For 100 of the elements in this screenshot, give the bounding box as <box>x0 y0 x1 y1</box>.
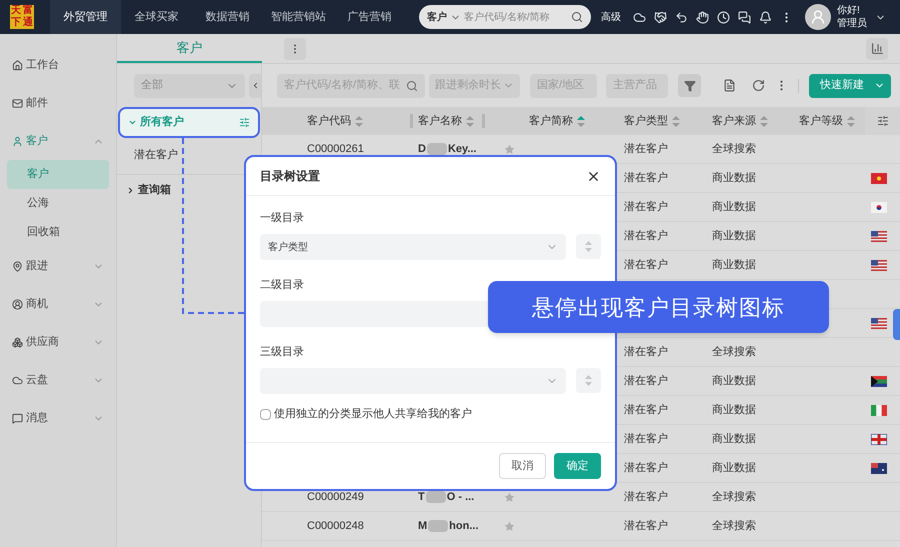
table-cell: 潜在客户 <box>624 490 668 503</box>
table-cell: C00000248 <box>307 520 364 532</box>
customer-name[interactable]: T O - ... <box>418 488 474 506</box>
table-cell: 商业数据 <box>712 230 756 242</box>
avatar[interactable] <box>805 4 831 30</box>
handshake-icon[interactable] <box>654 10 667 24</box>
table-cell: 商业数据 <box>712 200 756 213</box>
mail-icon <box>12 98 23 108</box>
blur-mask <box>426 491 446 503</box>
callout-tooltip: 悬停出现客户目录树图标 <box>488 281 829 333</box>
table-cell: 潜在客户 <box>624 346 668 358</box>
sort-icon <box>585 241 592 252</box>
customer-name[interactable]: D Key... <box>418 140 476 158</box>
table-cell: 全球搜索 <box>712 490 756 503</box>
table-cell: 潜在客户 <box>624 172 668 184</box>
column-header[interactable]: 客户来源 <box>712 112 756 130</box>
field-label: 三级目录 <box>260 344 305 360</box>
sidebar-subitem[interactable]: 公海 <box>7 189 109 218</box>
home-icon <box>12 60 23 70</box>
table-cell: 商业数据 <box>712 172 756 184</box>
table-cell: C00000261 <box>307 142 364 155</box>
filter-button[interactable] <box>678 74 701 97</box>
sidebar-item[interactable]: 跟进 <box>0 247 116 285</box>
bell-icon[interactable] <box>759 10 772 24</box>
message-icon <box>12 412 23 424</box>
sidebar-item[interactable]: 云盘 <box>0 361 116 399</box>
person-icon <box>810 9 826 25</box>
chart-button[interactable] <box>866 38 888 60</box>
star-icon[interactable] <box>504 144 515 154</box>
sidebar-item[interactable]: 工作台 <box>0 46 116 84</box>
table-cell: 商业数据 <box>712 374 756 387</box>
sort-icon <box>585 375 592 386</box>
table-cell: 潜在客户 <box>624 404 668 416</box>
table-cell: 商业数据 <box>712 432 756 445</box>
nav-tab[interactable]: 广告营销 <box>334 0 405 34</box>
search-icon <box>406 80 418 92</box>
table-cell: 潜在客户 <box>624 520 668 532</box>
table-cell: 全球搜索 <box>712 142 756 155</box>
location-pin-icon <box>12 260 23 272</box>
search-placeholder: 客户代码/名称/简称 <box>464 10 550 24</box>
checkbox-label: 使用独立的分类显示他人共享给我的客户 <box>274 406 472 422</box>
nav-tab[interactable]: 数据营销 <box>192 0 263 34</box>
bar-chart-icon <box>870 42 884 55</box>
column-header[interactable]: 客户类型 <box>624 112 668 130</box>
cloud-icon[interactable] <box>633 10 646 24</box>
column-header[interactable]: 客户简称 <box>529 112 573 130</box>
table-cell: 潜在客户 <box>624 374 668 387</box>
logo: 天 富 下 通 <box>10 5 34 29</box>
nav-tab[interactable]: 智能营销站 <box>263 0 334 34</box>
refresh-icon[interactable] <box>752 79 765 92</box>
directory-select[interactable]: 客户类型 <box>260 234 566 260</box>
global-search-field[interactable]: 客户 客户代码/名称/简称 <box>419 5 591 29</box>
checkbox[interactable] <box>260 408 271 420</box>
table-cell: 潜在客户 <box>624 200 668 213</box>
table-cell: 潜在客户 <box>624 142 668 155</box>
hand-icon[interactable] <box>696 10 709 24</box>
star-icon[interactable] <box>504 520 515 532</box>
table-cell: 潜在客户 <box>624 230 668 242</box>
table-cell: 潜在客户 <box>624 258 668 271</box>
person-icon <box>12 298 23 310</box>
star-icon[interactable] <box>504 492 515 502</box>
sidebar-subitem[interactable]: 回收箱 <box>7 218 109 247</box>
table-cell: 商业数据 <box>712 404 756 416</box>
column-header[interactable]: 客户等级 <box>799 112 843 130</box>
blur-mask <box>426 143 447 155</box>
undo-icon[interactable] <box>675 10 688 24</box>
user-role: 管理员 <box>837 17 867 30</box>
customer-name[interactable]: M hon... <box>418 518 478 534</box>
nav-tab[interactable]: 全球买家 <box>121 0 192 34</box>
document-icon[interactable] <box>723 79 736 92</box>
column-header[interactable]: 客户名称 <box>418 112 462 130</box>
sidebar-item[interactable]: 商机 <box>0 285 116 323</box>
blur-mask <box>428 520 448 532</box>
field-label: 一级目录 <box>260 210 305 226</box>
sidebar-item[interactable]: 邮件 <box>0 84 116 122</box>
chat-icon[interactable] <box>738 10 751 24</box>
greeting-text: 你好! <box>837 4 861 17</box>
table-cell: 商业数据 <box>712 258 756 271</box>
table-cell: 潜在客户 <box>624 432 668 445</box>
boxes-icon <box>12 336 23 348</box>
search-scope[interactable]: 客户 <box>427 10 447 24</box>
filter-icon <box>684 80 696 92</box>
side-tab[interactable] <box>893 309 900 340</box>
column-header[interactable]: 客户代码 <box>307 112 351 130</box>
settings-icon <box>876 115 888 127</box>
cancel-button[interactable]: 取消 <box>499 453 546 479</box>
table-cell: 商业数据 <box>712 462 756 474</box>
user-icon <box>12 136 23 146</box>
sidebar-item[interactable]: 供应商 <box>0 323 116 361</box>
table-cell: C00000249 <box>307 490 364 503</box>
search-icon[interactable] <box>571 11 583 23</box>
cloud-icon <box>12 374 23 386</box>
clock-icon[interactable] <box>717 10 730 24</box>
nav-tab[interactable]: 外贸管理 <box>50 0 121 34</box>
column-settings-button[interactable] <box>865 107 900 135</box>
sidebar-item[interactable]: 消息 <box>0 399 116 437</box>
filter-settings-icon[interactable] <box>239 117 250 128</box>
tree-item[interactable]: 查询箱 <box>118 175 260 206</box>
table-cell: 全球搜索 <box>712 520 756 532</box>
advanced-search-link[interactable]: 高级 <box>601 10 621 24</box>
